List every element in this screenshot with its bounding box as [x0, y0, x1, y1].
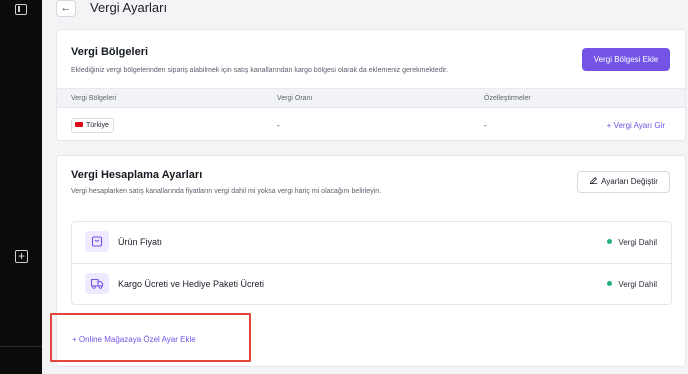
tr-flag-icon [75, 122, 83, 127]
edit-settings-button[interactable]: Ayarları Değiştir [577, 171, 670, 193]
tax-regions-card: Vergi Bölgeleri Eklediğiniz vergi bölgel… [56, 29, 686, 141]
tax-rate-cell: - [277, 121, 280, 130]
add-tax-setting-link[interactable]: + Vergi Ayarı Gir [607, 121, 665, 130]
add-tax-region-button[interactable]: Vergi Bölgesi Ekle [582, 48, 670, 71]
item-label: Kargo Ücreti ve Hediye Paketi Ücreti [118, 279, 265, 289]
back-button[interactable]: ← [56, 0, 76, 17]
shopping-bag-icon [85, 231, 109, 252]
highlight-box [50, 313, 251, 362]
truck-icon [85, 273, 109, 294]
tax-regions-description: Eklediğiniz vergi bölgelerinden sipariş … [71, 67, 449, 74]
sidebar-panel-icon[interactable] [15, 4, 27, 15]
pencil-icon [590, 177, 598, 185]
edit-settings-label: Ayarları Değiştir [601, 177, 658, 186]
app-sidebar: + [0, 0, 42, 374]
page-title: Vergi Ayarları [90, 0, 168, 15]
customizations-cell: - [484, 121, 487, 130]
tax-calc-description: Vergi hesaplarken satış kanallarında fiy… [71, 188, 382, 195]
arrow-left-icon: ← [60, 2, 72, 14]
tax-calc-list: Ürün Fiyatı Vergi Dahil Kargo Ücreti ve … [71, 221, 672, 305]
status-badge: Vergi Dahil [607, 280, 657, 289]
table-header: Vergi Bölgeleri Vergi Oranı Özelleştirme… [57, 88, 685, 108]
column-header: Özelleştirmeler [484, 95, 531, 102]
list-item: Kargo Ücreti ve Hediye Paketi Ücreti Ver… [72, 263, 671, 304]
status-badge: Vergi Dahil [607, 238, 657, 247]
sidebar-divider [0, 346, 42, 347]
column-header: Vergi Oranı [277, 95, 313, 102]
column-header: Vergi Bölgeleri [71, 95, 117, 102]
tax-regions-title: Vergi Bölgeleri [71, 46, 149, 58]
plus-square-icon[interactable]: + [15, 250, 28, 263]
list-item: Ürün Fiyatı Vergi Dahil [72, 222, 671, 263]
region-name: Türkiye [86, 122, 109, 129]
region-chip: Türkiye [71, 118, 114, 133]
tax-calc-title: Vergi Hesaplama Ayarları [71, 169, 203, 181]
item-label: Ürün Fiyatı [118, 237, 163, 247]
